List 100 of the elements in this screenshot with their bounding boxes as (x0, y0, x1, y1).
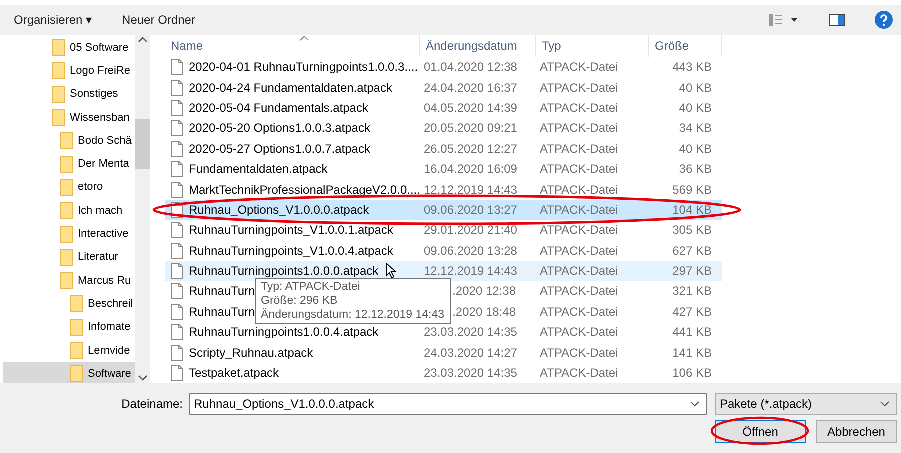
file-size: 36 KB (679, 162, 712, 176)
tooltip-line: Typ: ATPACK-Datei (261, 280, 362, 294)
file-size: 40 KB (679, 142, 712, 156)
file-name: 2020-04-01 RuhnauTurningpoints1.0.0.3.... (189, 60, 418, 74)
folder-item[interactable]: Marcus Ru (3, 268, 135, 292)
folder-item[interactable]: etoro (3, 176, 135, 200)
file-type: ATPACK-Datei (540, 325, 618, 340)
folder-item[interactable]: Wissensban (3, 106, 135, 130)
folder-icon (52, 62, 65, 80)
file-name: RuhnauTurn (189, 304, 256, 319)
modified-date: 16.04.2020 16:09 (424, 162, 518, 176)
view-options-icon[interactable] (769, 14, 799, 26)
modified-date: 09.06.2020 13:27 (424, 202, 518, 217)
file-name: MarktTechnikProfessionalPackageV2.0.0.... (189, 182, 420, 197)
file-size: 441 KB (672, 325, 712, 340)
folder-icon (60, 248, 73, 266)
file-type-dropdown[interactable]: Pakete (*.atpack) (715, 393, 897, 415)
modified-date: 20.05.2020 09:21 (424, 121, 518, 136)
file-icon (171, 242, 183, 259)
modified-date: .2020 12:38 (452, 284, 516, 298)
file-size: 321 KB (672, 284, 712, 298)
modified-date: 24.04.2020 16:37 (424, 80, 518, 95)
folder-icon (70, 342, 83, 359)
folder-icon (60, 156, 73, 173)
file-size: 569 KB (672, 182, 712, 197)
file-icon (171, 59, 183, 76)
column-header[interactable]: Name (165, 35, 420, 57)
file-icon (171, 263, 183, 280)
scroll-down-icon[interactable] (138, 375, 148, 381)
column-header[interactable]: Typ (536, 35, 649, 57)
folder-item[interactable]: Infomate (3, 316, 135, 339)
help-icon[interactable] (875, 11, 893, 29)
folder-icon (60, 132, 73, 150)
folder-icon (70, 365, 83, 382)
new-folder-button[interactable]: Neuer Ordner (122, 13, 196, 27)
file-row[interactable]: RuhnauTurningpoints1.0.0.0.atpack 12.12.2019 14:43 ATPACK-Datei 297 KB (165, 260, 722, 282)
file-row[interactable]: Ruhnau_Options_V1.0.0.0.atpack 09.06.2020 13:27 ATPACK-Datei 104 KB (165, 200, 722, 220)
file-name: Scripty_Ruhnau.atpack (189, 346, 314, 360)
file-type: ATPACK-Datei (540, 121, 618, 136)
file-name: 2020-04-24 Fundamentaldaten.atpack (189, 80, 392, 95)
preview-pane-icon[interactable] (829, 14, 845, 26)
folder-icon (60, 202, 73, 220)
folder-icon (52, 109, 65, 126)
file-icon (171, 304, 183, 320)
file-icon (171, 324, 183, 340)
filename-field[interactable]: Ruhnau_Options_V1.0.0.0.atpack (189, 393, 707, 415)
folder-item[interactable]: 05 Software (3, 36, 135, 60)
file-type: ATPACK-Datei (540, 80, 618, 95)
folder-item[interactable]: Logo FreiRe (3, 59, 135, 83)
file-type: ATPACK-Datei (540, 264, 618, 278)
folder-item[interactable]: Sonstiges (3, 82, 135, 106)
file-size: 104 KB (672, 202, 712, 217)
file-icon (171, 344, 183, 361)
folder-item[interactable]: Ich mach (3, 199, 135, 222)
file-type: ATPACK-Datei (540, 284, 618, 298)
folder-icon (60, 272, 73, 290)
folder-item[interactable]: Literatur (3, 246, 135, 269)
modified-date: 29.01.2020 21:40 (424, 223, 518, 238)
file-type: ATPACK-Datei (540, 366, 618, 380)
file-name: 2020-05-04 Fundamentals.atpack (189, 100, 368, 115)
column-header[interactable]: Änderungsdatum (420, 35, 536, 57)
modified-date: 24.03.2020 14:27 (424, 346, 518, 360)
tooltip-line: Größe: 296 KB (261, 294, 339, 308)
column-header[interactable]: Größe (649, 35, 722, 57)
cancel-button[interactable]: Abbrechen (816, 420, 897, 443)
scroll-up-icon[interactable] (138, 37, 148, 43)
file-size: 141 KB (672, 346, 712, 360)
modified-date: 23.03.2020 14:35 (424, 366, 518, 380)
file-size: 443 KB (672, 60, 712, 74)
scrollbar-thumb[interactable] (135, 119, 150, 169)
file-icon (171, 182, 183, 198)
file-icon (171, 283, 183, 300)
folder-item[interactable]: Interactive (3, 222, 135, 246)
folder-item[interactable]: Lernvide (3, 338, 135, 362)
organize-menu[interactable]: Organisieren ▾ (14, 13, 92, 27)
file-type: ATPACK-Datei (540, 304, 618, 319)
folder-item[interactable]: Software (3, 362, 135, 383)
folder-item[interactable]: Beschreil (3, 292, 135, 316)
file-type: ATPACK-Datei (540, 346, 618, 360)
file-size: 40 KB (679, 80, 712, 95)
folder-icon (60, 178, 73, 196)
folder-item[interactable]: Der Menta (3, 152, 135, 176)
file-type: ATPACK-Datei (540, 182, 618, 197)
folder-icon (52, 86, 65, 103)
file-name: Fundamentaldaten.atpack (189, 162, 328, 176)
file-name: RuhnauTurn (189, 284, 256, 298)
folder-icon (70, 295, 83, 312)
file-name: 2020-05-27 Options1.0.0.7.atpack (189, 142, 370, 156)
file-size: 427 KB (672, 304, 712, 319)
file-type: ATPACK-Datei (540, 202, 618, 217)
filename-label: Dateiname: (120, 397, 183, 411)
folder-icon (60, 226, 73, 243)
modified-date: 23.03.2020 14:35 (424, 325, 518, 340)
modified-date: 01.04.2020 12:38 (424, 60, 518, 74)
folder-item[interactable]: Bodo Schä (3, 129, 135, 152)
file-name: 2020-05-20 Options1.0.0.3.atpack (189, 121, 370, 136)
file-type: ATPACK-Datei (540, 162, 618, 176)
chevron-icon (690, 401, 700, 407)
file-icon (171, 120, 183, 136)
file-type: ATPACK-Datei (540, 223, 618, 238)
